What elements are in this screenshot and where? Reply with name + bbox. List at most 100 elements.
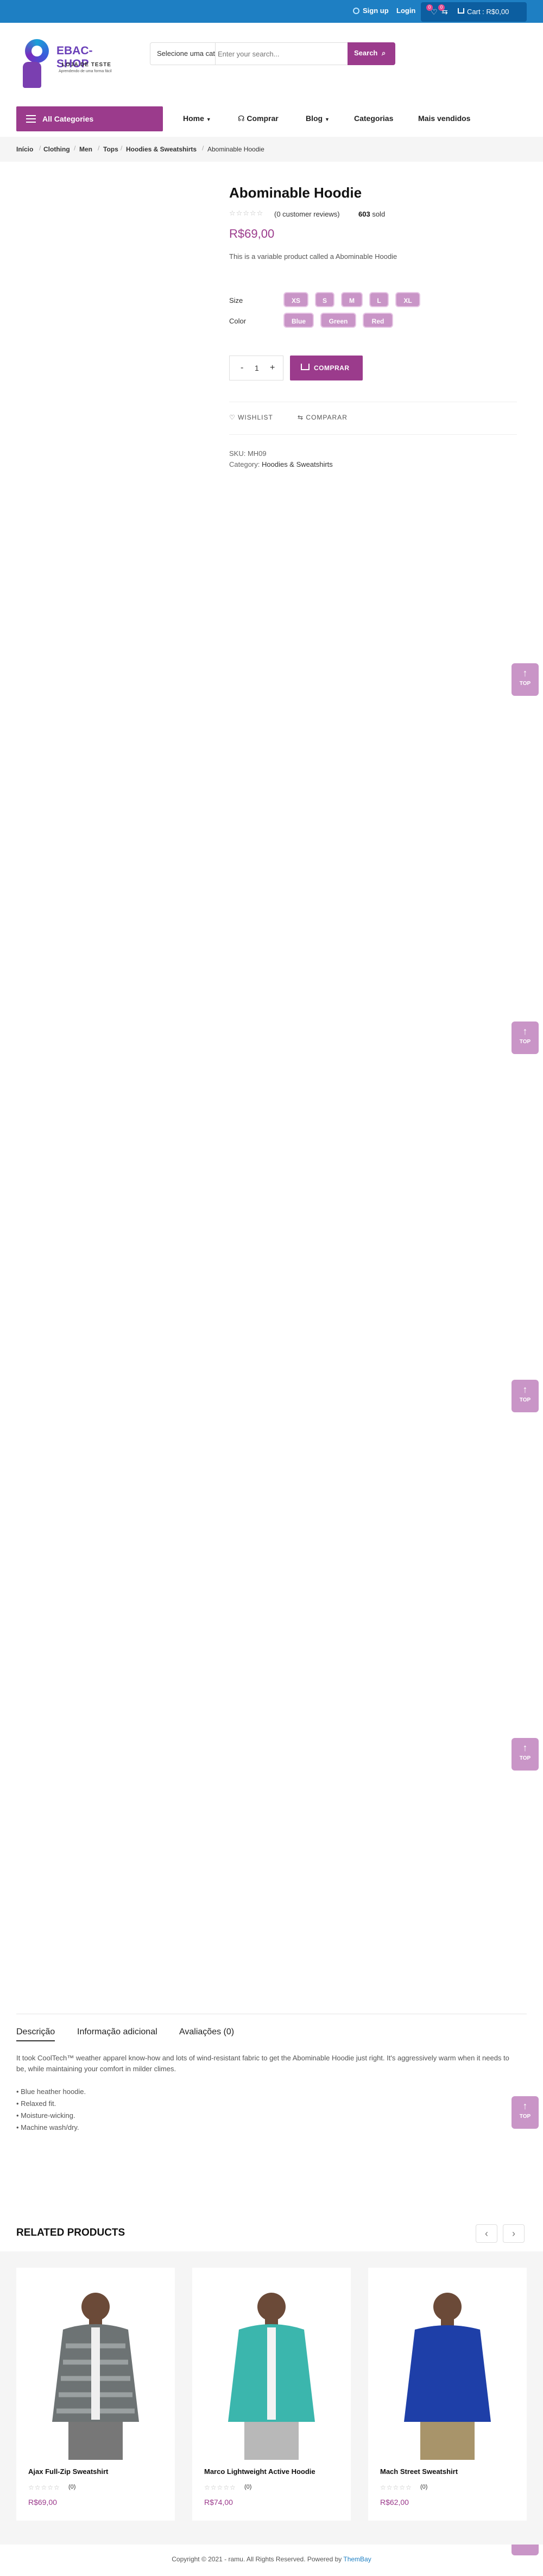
scroll-top-label: TOP <box>519 1755 531 1761</box>
rating-stars: ☆☆☆☆☆ <box>204 2484 236 2491</box>
breadcrumb-separator: / <box>202 144 204 152</box>
arrow-up-icon: ↑ <box>522 2101 528 2111</box>
logo-tagline-sub: Aprendendo de uma forma fácil <box>59 69 112 73</box>
site-logo[interactable]: EBAC-SHOP LOJA DE TESTE Aprendendo de um… <box>15 39 113 93</box>
product-price: R$62,00 <box>380 2498 409 2507</box>
wishlist-count-badge: 0 <box>426 4 433 11</box>
product-card[interactable]: Ajax Full-Zip Sweatshirt ☆☆☆☆☆ (0) R$69,… <box>16 2268 175 2521</box>
sku-value: MH09 <box>247 449 267 458</box>
arrow-up-icon: ↑ <box>522 1742 528 1753</box>
size-label: Size <box>229 296 243 304</box>
login-link[interactable]: Login <box>396 7 415 15</box>
footer-copyright: Copyright © 2021 - ramu. All Rights Rese… <box>0 2555 543 2563</box>
size-option-xs[interactable]: XS <box>283 292 308 307</box>
scroll-top-button[interactable]: ↑ TOP <box>512 1738 539 1771</box>
nav-mais-vendidos[interactable]: Mais vendidos <box>418 114 470 123</box>
sold-number: 603 <box>358 210 370 218</box>
qty-value[interactable]: 1 <box>255 364 259 372</box>
compare-label: COMPARAR <box>306 414 348 421</box>
product-card[interactable]: Mach Street Sweatshirt ☆☆☆☆☆ (0) R$62,00 <box>368 2268 527 2521</box>
scroll-top-button[interactable]: ↑ TOP <box>512 2096 539 2129</box>
scroll-top-button[interactable]: ↑ TOP <box>512 1380 539 1412</box>
breadcrumb-item[interactable]: Men <box>79 145 92 153</box>
logo-mark <box>25 39 49 63</box>
nav-categorias[interactable]: Categorias <box>354 114 393 123</box>
search-input[interactable] <box>218 46 343 62</box>
cart-icon <box>301 364 310 370</box>
top-bar: Sign up Login ♡ 0 ⇆ 0 Cart : R$0,00 <box>0 0 543 23</box>
wishlist-label: WISHLIST <box>238 414 273 421</box>
category-link[interactable]: Hoodies & Sweatshirts <box>262 460 333 468</box>
color-label: Color <box>229 317 247 325</box>
copyright-text: Copyright © 2021 - ramu. All Rights Rese… <box>172 2555 342 2563</box>
size-option-xl[interactable]: XL <box>395 292 420 307</box>
search-button-label: Search <box>354 49 378 57</box>
product-name[interactable]: Marco Lightweight Active Hoodie <box>204 2467 315 2476</box>
product-image[interactable] <box>212 2286 331 2460</box>
breadcrumb-current: Abominable Hoodie <box>207 145 264 153</box>
tab-avaliacoes[interactable]: Avaliações (0) <box>179 2027 234 2037</box>
color-option-green[interactable]: Green <box>320 313 356 328</box>
tab-descricao[interactable]: Descrição <box>16 2027 55 2041</box>
product-card[interactable]: Marco Lightweight Active Hoodie ☆☆☆☆☆ (0… <box>192 2268 351 2521</box>
color-option-blue[interactable]: Blue <box>283 313 314 328</box>
cart-total: Cart : R$0,00 <box>467 8 509 16</box>
qty-plus-button[interactable]: + <box>270 363 275 373</box>
wishlist-button[interactable]: ♡ WISHLIST <box>229 414 273 421</box>
signup-label: Sign up <box>363 7 389 15</box>
category-select[interactable]: Selecione uma cat <box>150 43 216 65</box>
rating-count: (0) <box>244 2484 252 2490</box>
rating-stars: ☆☆☆☆☆ <box>229 209 264 217</box>
scroll-top-button[interactable]: ↑ TOP <box>512 663 539 696</box>
carousel-next-button[interactable]: › <box>503 2224 525 2243</box>
search-icon: ⌕ <box>382 49 386 57</box>
themebay-link[interactable]: ThemBay <box>343 2555 371 2563</box>
scroll-top-label: TOP <box>519 681 531 687</box>
size-option-s[interactable]: S <box>315 292 334 307</box>
scroll-top-label: TOP <box>519 2114 531 2120</box>
breadcrumb-item[interactable]: Clothing <box>43 145 70 153</box>
signup-link[interactable]: Sign up <box>353 7 389 15</box>
nav-blog[interactable]: Blog ▼ <box>306 114 330 123</box>
nav-blog-label: Blog <box>306 114 323 123</box>
cart-button[interactable]: ♡ 0 ⇆ 0 Cart : R$0,00 <box>421 2 527 22</box>
divider <box>229 434 517 435</box>
product-image[interactable] <box>36 2286 155 2460</box>
product-price: R$69,00 <box>28 2498 57 2507</box>
size-option-l[interactable]: L <box>369 292 389 307</box>
rating-count: (0) <box>68 2484 76 2490</box>
tab-informacao-adicional[interactable]: Informação adicional <box>77 2027 157 2037</box>
logo-hand <box>23 62 41 88</box>
cart-count-badge: 0 <box>438 4 445 11</box>
compare-button[interactable]: ⇆ COMPARAR <box>298 414 348 421</box>
product-name[interactable]: Mach Street Sweatshirt <box>380 2467 458 2476</box>
carousel-prev-button[interactable]: ‹ <box>476 2224 497 2243</box>
user-icon <box>353 8 359 14</box>
sku-label: SKU: <box>229 449 246 458</box>
color-option-red[interactable]: Red <box>363 313 393 328</box>
breadcrumb-item[interactable]: Hoodies & Sweatshirts <box>126 145 197 153</box>
product-image[interactable] <box>388 2286 507 2460</box>
breadcrumb-item[interactable]: Tops <box>103 145 118 153</box>
add-to-cart-button[interactable]: COMPRAR <box>290 356 363 380</box>
breadcrumb: Início / Clothing / Men / Tops / Hoodies… <box>0 137 543 162</box>
search-button[interactable]: Search ⌕ <box>348 42 395 65</box>
all-categories-label: All Categories <box>42 115 94 123</box>
review-count-link[interactable]: (0 customer reviews) <box>274 210 340 218</box>
all-categories-button[interactable]: All Categories <box>16 106 163 131</box>
qty-minus-button[interactable]: - <box>241 363 243 373</box>
breadcrumb-separator: / <box>121 144 123 152</box>
product-name[interactable]: Ajax Full-Zip Sweatshirt <box>28 2467 108 2476</box>
arrow-up-icon: ↑ <box>522 1026 528 1037</box>
nav-home[interactable]: Home ▼ <box>183 114 211 123</box>
scroll-top-button[interactable]: ↑ TOP <box>512 1021 539 1054</box>
breadcrumb-item[interactable]: Início <box>16 145 33 153</box>
logo-tagline: LOJA DE TESTE <box>62 62 111 68</box>
description-text: It took CoolTech™ weather apparel know-h… <box>16 2054 509 2073</box>
product-price: R$69,00 <box>229 227 275 240</box>
cart-icon <box>458 8 464 14</box>
breadcrumb-separator: / <box>74 144 76 152</box>
nav-comprar[interactable]: ☊ Comprar <box>238 114 279 123</box>
arrow-up-icon: ↑ <box>522 1384 528 1395</box>
size-option-m[interactable]: M <box>341 292 363 307</box>
